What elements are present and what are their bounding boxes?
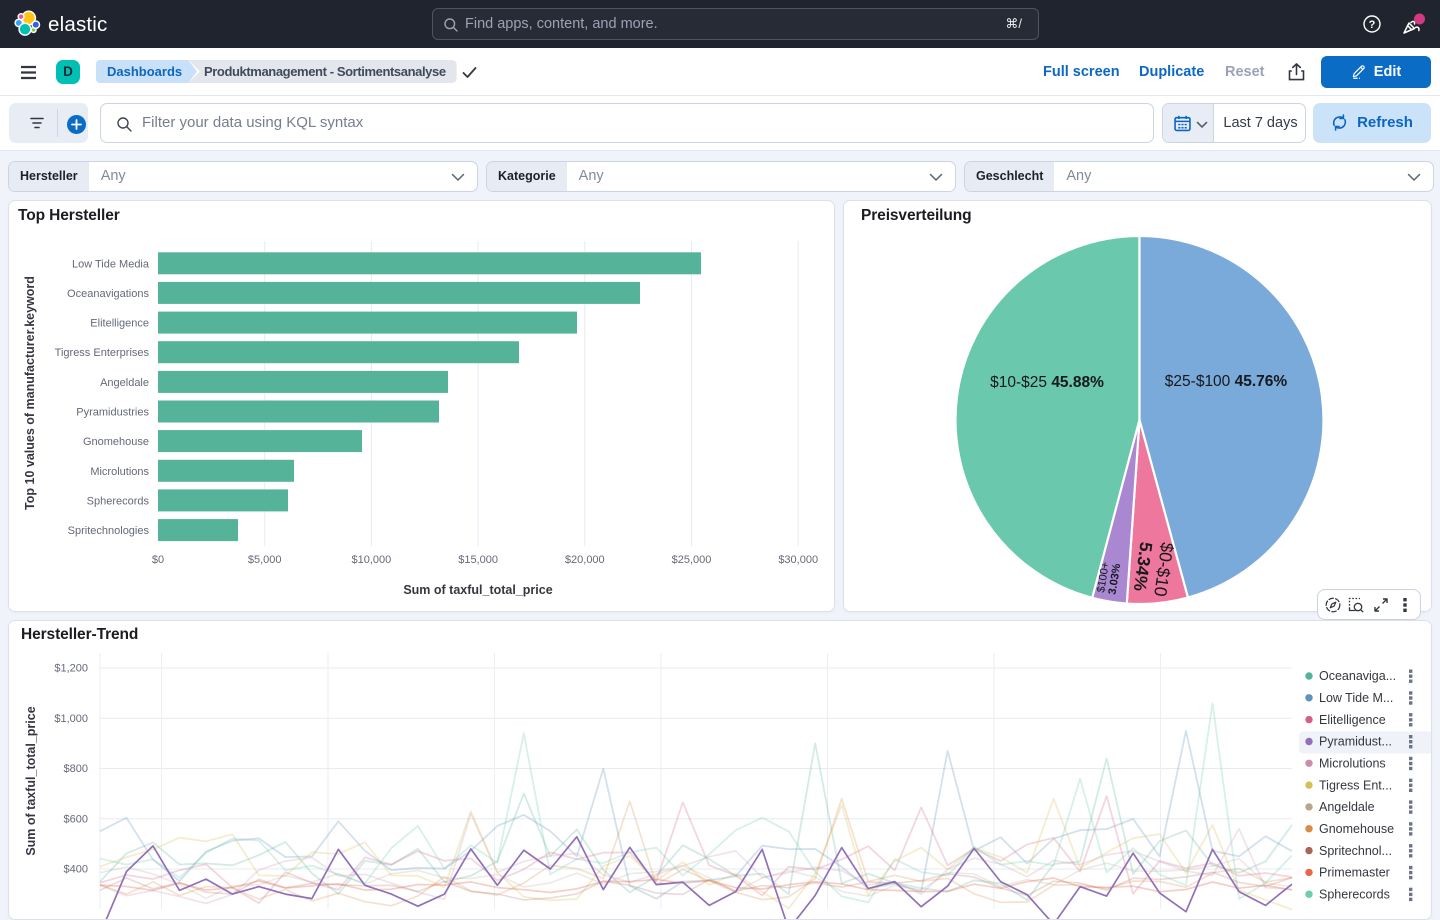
- svg-text:Oceanavigations: Oceanavigations: [67, 288, 149, 300]
- svg-text:Tigress Enterprises: Tigress Enterprises: [55, 347, 150, 359]
- svg-text:Top 10 values of manufacturer.: Top 10 values of manufacturer.keyword: [23, 276, 37, 510]
- svg-text:$15,000: $15,000: [458, 554, 498, 566]
- svg-text:Sum of taxful_total_price: Sum of taxful_total_price: [403, 583, 552, 597]
- svg-text:$10,000: $10,000: [352, 554, 392, 566]
- svg-text:Angeldale: Angeldale: [100, 377, 149, 389]
- svg-text:$1,200: $1,200: [54, 663, 88, 675]
- svg-text:$600: $600: [64, 813, 88, 825]
- svg-text:$0: $0: [152, 554, 164, 566]
- svg-text:Elitelligence: Elitelligence: [1319, 713, 1386, 727]
- svg-text:Gnomehouse: Gnomehouse: [83, 436, 149, 448]
- svg-text:Tigress Ent...: Tigress Ent...: [1319, 778, 1392, 792]
- svg-text:Pyramidustries: Pyramidustries: [76, 407, 149, 419]
- svg-text:$25-$100 45.76%: $25-$100 45.76%: [1165, 373, 1288, 390]
- svg-text:Low Tide Media: Low Tide Media: [72, 258, 150, 270]
- svg-text:Primemaster: Primemaster: [1319, 866, 1390, 880]
- svg-text:$1,000: $1,000: [54, 713, 88, 725]
- svg-text:Spherecords: Spherecords: [87, 495, 150, 507]
- svg-text:Oceanaviga...: Oceanaviga...: [1319, 669, 1396, 683]
- svg-text:Microlutions: Microlutions: [1319, 757, 1386, 771]
- svg-text:Low Tide M...: Low Tide M...: [1319, 691, 1393, 705]
- svg-text:$25,000: $25,000: [672, 554, 712, 566]
- svg-text:?: ?: [1369, 19, 1376, 31]
- svg-text:Microlutions: Microlutions: [90, 466, 149, 478]
- svg-text:Sum of taxful_total_price: Sum of taxful_total_price: [24, 706, 38, 855]
- svg-text:$5,000: $5,000: [248, 554, 282, 566]
- svg-text:$20,000: $20,000: [565, 554, 605, 566]
- svg-text:Angeldale: Angeldale: [1319, 800, 1375, 814]
- svg-text:Pyramidust...: Pyramidust...: [1319, 735, 1392, 749]
- svg-text:Elitelligence: Elitelligence: [90, 318, 149, 330]
- svg-text:Gnomehouse: Gnomehouse: [1319, 822, 1394, 836]
- svg-text:Spherecords: Spherecords: [1319, 887, 1390, 901]
- svg-text:$400: $400: [64, 864, 88, 876]
- svg-text:$30,000: $30,000: [778, 554, 818, 566]
- svg-text:Spritechnologies: Spritechnologies: [68, 525, 150, 537]
- svg-text:Spritechnol...: Spritechnol...: [1319, 844, 1392, 858]
- svg-text:$10-$25 45.88%: $10-$25 45.88%: [990, 374, 1104, 391]
- svg-text:$800: $800: [64, 763, 88, 775]
